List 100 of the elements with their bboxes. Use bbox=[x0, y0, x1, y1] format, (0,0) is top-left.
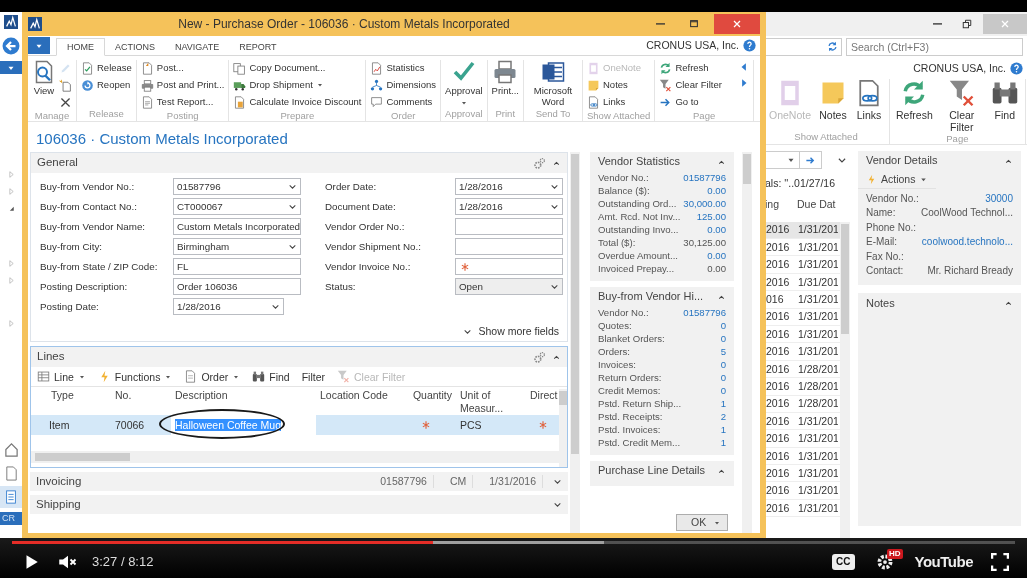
field-link[interactable]: 01587796 bbox=[683, 307, 726, 320]
list-row[interactable]: 2016 1/31/201 bbox=[765, 221, 840, 239]
refresh-icon[interactable] bbox=[827, 41, 838, 52]
dropdown-field[interactable]: 01587796 bbox=[173, 178, 301, 195]
field-link[interactable]: 2 bbox=[720, 411, 726, 424]
ribbon-tab[interactable]: NAVIGATE bbox=[165, 38, 230, 55]
home-icon[interactable] bbox=[3, 442, 19, 457]
fullscreen-icon[interactable] bbox=[991, 553, 1009, 571]
gears-icon[interactable] bbox=[533, 350, 546, 364]
field-link[interactable]: 30000 bbox=[985, 193, 1013, 208]
vertical-scrollbar[interactable] bbox=[742, 152, 752, 533]
ribbon-button[interactable]: Approval bbox=[445, 60, 483, 108]
ribbon-button[interactable]: View bbox=[32, 60, 56, 110]
field-link[interactable]: 0 bbox=[720, 333, 726, 346]
ribbon-button[interactable]: Notes bbox=[819, 79, 847, 131]
ribbon-button[interactable]: Calculate Invoice Discount bbox=[233, 94, 362, 110]
field-link[interactable]: 0 bbox=[720, 385, 726, 398]
collapse-icon[interactable] bbox=[717, 466, 726, 476]
dropdown-field[interactable]: 1/28/2016 bbox=[455, 178, 563, 195]
ribbon-button[interactable]: Microsoft Word bbox=[528, 60, 578, 108]
ribbon-button[interactable]: Find bbox=[990, 79, 1019, 134]
collapsed-section[interactable]: Shipping bbox=[30, 495, 568, 515]
field-link[interactable]: 30,000.00 bbox=[683, 198, 726, 211]
date-field[interactable]: 1/28/2016 bbox=[173, 298, 284, 315]
ribbon-button[interactable]: Test Report... bbox=[140, 94, 225, 110]
ribbon-button[interactable]: Clear Filter bbox=[940, 79, 983, 134]
collapse-icon[interactable] bbox=[717, 157, 726, 167]
field-link[interactable]: 1 bbox=[720, 437, 726, 450]
help-icon[interactable] bbox=[1010, 61, 1023, 75]
toolbar-button[interactable]: Functions bbox=[97, 370, 173, 384]
show-more-link[interactable]: Show more fields bbox=[463, 325, 559, 338]
field-link[interactable]: 1 bbox=[720, 424, 726, 437]
address-field[interactable] bbox=[765, 37, 842, 56]
horizontal-scrollbar[interactable] bbox=[31, 451, 559, 464]
ribbon-tab[interactable]: HOME bbox=[56, 37, 105, 56]
back-arrow-icon[interactable] bbox=[2, 37, 20, 55]
text-field[interactable] bbox=[455, 218, 563, 235]
ribbon-button[interactable]: Print... bbox=[491, 60, 519, 108]
ribbon-tab[interactable]: ACTIONS bbox=[105, 38, 165, 55]
collapsed-toggle-icon[interactable] bbox=[6, 187, 16, 196]
dropdown-field[interactable]: Birmingham bbox=[173, 238, 301, 255]
ribbon-button[interactable]: Clear Filter bbox=[659, 77, 722, 93]
ribbon-button[interactable]: Refresh bbox=[896, 79, 933, 134]
collapsed-toggle-icon[interactable] bbox=[6, 319, 16, 328]
ribbon-button[interactable]: Post and Print... bbox=[140, 77, 225, 93]
ribbon-button[interactable]: Reopen bbox=[81, 77, 132, 93]
field-link[interactable]: 1 bbox=[720, 398, 726, 411]
text-field[interactable]: Custom Metals Incorporated bbox=[173, 218, 301, 235]
ribbon-tab[interactable]: REPORT bbox=[229, 38, 287, 55]
field-link[interactable]: 01587796 bbox=[683, 172, 726, 185]
toolbar-button[interactable]: Find bbox=[252, 370, 290, 384]
table-row[interactable]: Item 70066 Halloween Coffee Mug PCS bbox=[31, 415, 559, 436]
ribbon-button[interactable]: Refresh bbox=[659, 60, 722, 76]
toolbar-button[interactable]: Line bbox=[37, 370, 86, 384]
menu-button[interactable] bbox=[28, 37, 50, 54]
ribbon-button[interactable]: Go to bbox=[659, 94, 722, 110]
dropdown-field[interactable]: CT000067 bbox=[173, 198, 301, 215]
ribbon-button[interactable]: Release bbox=[81, 60, 132, 76]
chevron-down-icon[interactable] bbox=[837, 155, 847, 165]
collapsed-toggle-icon[interactable] bbox=[6, 276, 16, 285]
document-icon[interactable] bbox=[3, 466, 19, 481]
collapse-icon[interactable] bbox=[717, 292, 726, 302]
field-link[interactable]: 0.00 bbox=[707, 185, 726, 198]
ribbon-button[interactable]: Drop Shipment bbox=[233, 77, 362, 93]
toolbar-button[interactable]: Order bbox=[184, 370, 241, 384]
actions-menu[interactable]: Actions bbox=[858, 171, 937, 189]
collapse-icon[interactable] bbox=[552, 352, 561, 362]
vertical-scrollbar[interactable] bbox=[840, 221, 850, 540]
captions-button[interactable]: CC bbox=[832, 554, 855, 570]
collapsed-toggle-icon[interactable] bbox=[6, 259, 16, 268]
apply-filter-button[interactable] bbox=[800, 151, 822, 169]
collapse-icon[interactable] bbox=[552, 158, 561, 168]
close-button[interactable] bbox=[714, 14, 760, 34]
field-link[interactable]: 0 bbox=[720, 372, 726, 385]
field-link[interactable]: coolwood.technolo... bbox=[921, 236, 1013, 251]
nav-button[interactable] bbox=[0, 486, 22, 508]
ribbon-button[interactable]: Notes bbox=[587, 77, 642, 93]
search-field[interactable]: Search (Ctrl+F3) bbox=[846, 37, 1023, 56]
dropdown-field[interactable]: 1/28/2016 bbox=[455, 198, 563, 215]
collapse-icon[interactable] bbox=[1004, 298, 1013, 308]
ribbon-button[interactable]: Statistics bbox=[370, 60, 437, 76]
ribbon-button[interactable]: Post... bbox=[140, 60, 225, 76]
ok-button[interactable]: OK bbox=[676, 514, 728, 531]
collapsed-toggle-icon[interactable] bbox=[6, 170, 16, 179]
field-link[interactable]: 0.00 bbox=[707, 250, 726, 263]
gears-icon[interactable] bbox=[533, 156, 546, 170]
field-link[interactable]: 125.00 bbox=[696, 211, 726, 224]
ribbon-button[interactable]: Comments bbox=[370, 94, 437, 110]
collapse-icon[interactable] bbox=[1004, 156, 1013, 166]
ribbon-button[interactable]: Links bbox=[587, 94, 642, 110]
field-link[interactable]: 0 bbox=[720, 320, 726, 333]
text-field[interactable] bbox=[455, 238, 563, 255]
progress-bar[interactable] bbox=[12, 541, 1015, 544]
collapsed-section[interactable]: Invoicing 01587796 CM 1/31/2016 bbox=[30, 472, 568, 492]
field-link[interactable]: 0.00 bbox=[707, 224, 726, 237]
vertical-scrollbar[interactable] bbox=[570, 152, 580, 533]
toolbar-button[interactable]: Filter bbox=[301, 370, 325, 383]
field-link[interactable]: 5 bbox=[720, 346, 726, 359]
help-icon[interactable] bbox=[743, 39, 756, 52]
ribbon-button[interactable]: Dimensions bbox=[370, 77, 437, 93]
